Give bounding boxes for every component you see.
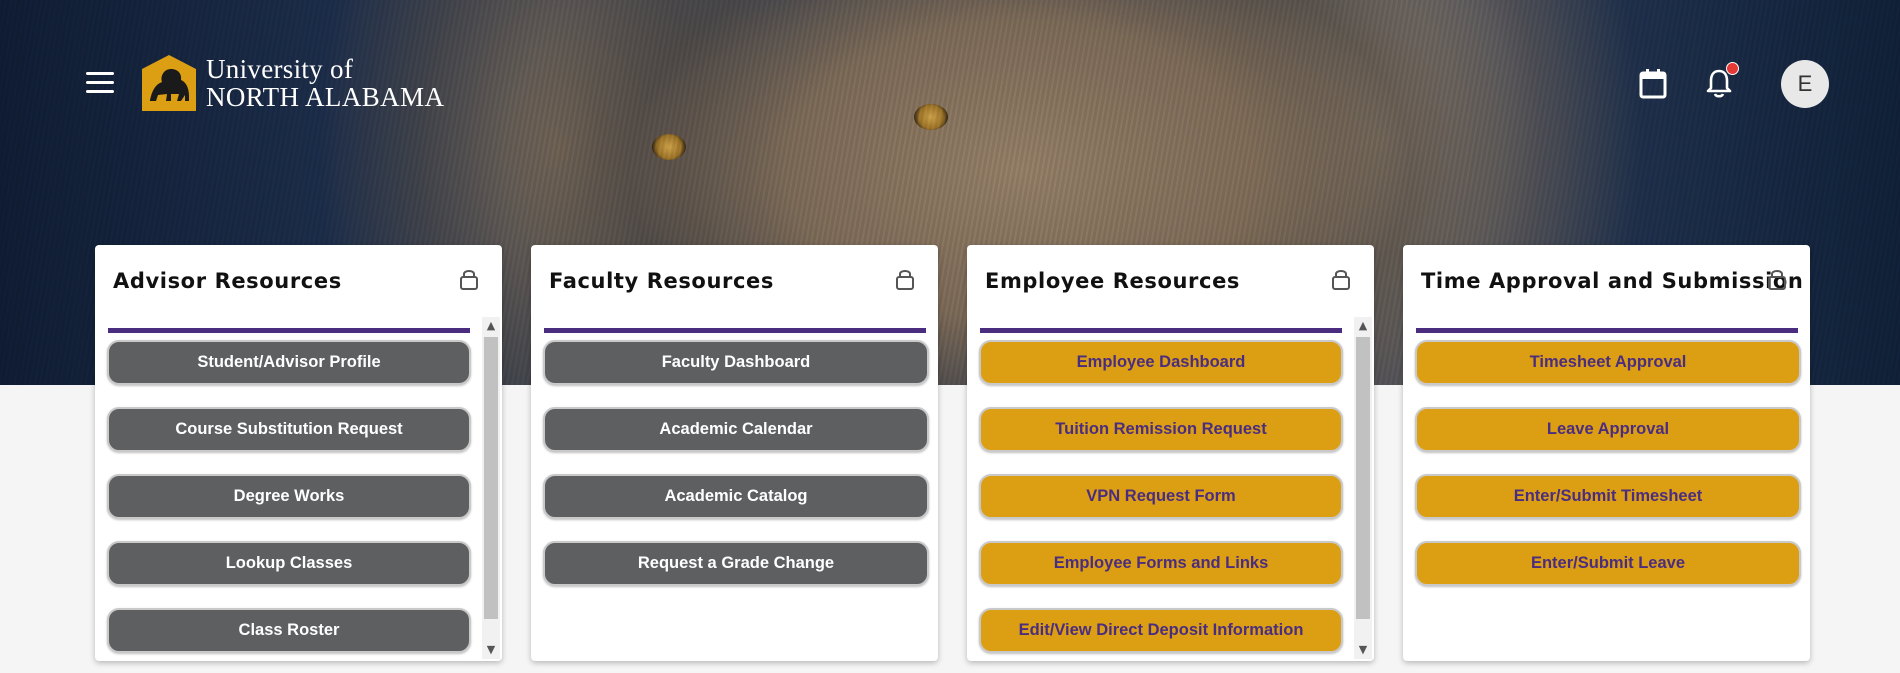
lookup-classes-button[interactable]: Lookup Classes: [107, 541, 471, 586]
lock-icon[interactable]: [1766, 267, 1788, 291]
calendar-icon[interactable]: [1636, 66, 1670, 100]
direct-deposit-button[interactable]: Edit/View Direct Deposit Information: [979, 608, 1343, 653]
lion-eye: [914, 104, 948, 130]
timesheet-approval-button[interactable]: Timesheet Approval: [1415, 340, 1801, 385]
degree-works-button[interactable]: Degree Works: [107, 474, 471, 519]
divider: [980, 328, 1342, 333]
scroll-up-icon[interactable]: ▲: [1354, 317, 1372, 335]
student-advisor-profile-button[interactable]: Student/Advisor Profile: [107, 340, 471, 385]
scrollbar[interactable]: ▲ ▼: [1354, 317, 1372, 659]
scrollbar[interactable]: ▲ ▼: [482, 317, 500, 659]
lion-eye: [652, 134, 686, 160]
card-advisor-resources: Advisor Resources Student/Advisor Profil…: [95, 245, 502, 661]
vpn-request-form-button[interactable]: VPN Request Form: [979, 474, 1343, 519]
card-title: Faculty Resources: [549, 269, 774, 293]
menu-icon[interactable]: [86, 70, 114, 94]
lock-icon[interactable]: [458, 267, 480, 291]
employee-dashboard-button[interactable]: Employee Dashboard: [979, 340, 1343, 385]
enter-submit-timesheet-button[interactable]: Enter/Submit Timesheet: [1415, 474, 1801, 519]
employee-forms-links-button[interactable]: Employee Forms and Links: [979, 541, 1343, 586]
card-faculty-resources: Faculty Resources Faculty Dashboard Acad…: [531, 245, 938, 661]
lock-icon[interactable]: [1330, 267, 1352, 291]
card-employee-resources: Employee Resources Employee Dashboard Tu…: [967, 245, 1374, 661]
scroll-up-icon[interactable]: ▲: [482, 317, 500, 335]
scrollbar-thumb[interactable]: [1356, 337, 1370, 619]
card-time-approval-submission: Time Approval and Submission Timesheet A…: [1403, 245, 1810, 661]
logo-line-1: University of: [206, 53, 354, 84]
leave-approval-button[interactable]: Leave Approval: [1415, 407, 1801, 452]
logo-line-2: NORTH ALABAMA: [206, 81, 445, 112]
request-grade-change-button[interactable]: Request a Grade Change: [543, 541, 929, 586]
divider: [544, 328, 926, 333]
divider: [1416, 328, 1798, 333]
card-title: Employee Resources: [985, 269, 1241, 293]
lion-shield-icon: [142, 55, 196, 111]
scrollbar-thumb[interactable]: [484, 337, 498, 619]
card-title: Advisor Resources: [113, 269, 342, 293]
lock-icon[interactable]: [894, 267, 916, 291]
divider: [108, 328, 470, 333]
faculty-dashboard-button[interactable]: Faculty Dashboard: [543, 340, 929, 385]
academic-catalog-button[interactable]: Academic Catalog: [543, 474, 929, 519]
academic-calendar-button[interactable]: Academic Calendar: [543, 407, 929, 452]
university-logo[interactable]: University of NORTH ALABAMA: [140, 54, 444, 112]
scroll-down-icon[interactable]: ▼: [482, 641, 500, 659]
tuition-remission-request-button[interactable]: Tuition Remission Request: [979, 407, 1343, 452]
scroll-down-icon[interactable]: ▼: [1354, 641, 1372, 659]
notification-badge: [1726, 62, 1739, 75]
course-substitution-request-button[interactable]: Course Substitution Request: [107, 407, 471, 452]
avatar[interactable]: E: [1781, 60, 1829, 108]
class-roster-button[interactable]: Class Roster: [107, 608, 471, 653]
card-title: Time Approval and Submission: [1421, 269, 1804, 293]
enter-submit-leave-button[interactable]: Enter/Submit Leave: [1415, 541, 1801, 586]
